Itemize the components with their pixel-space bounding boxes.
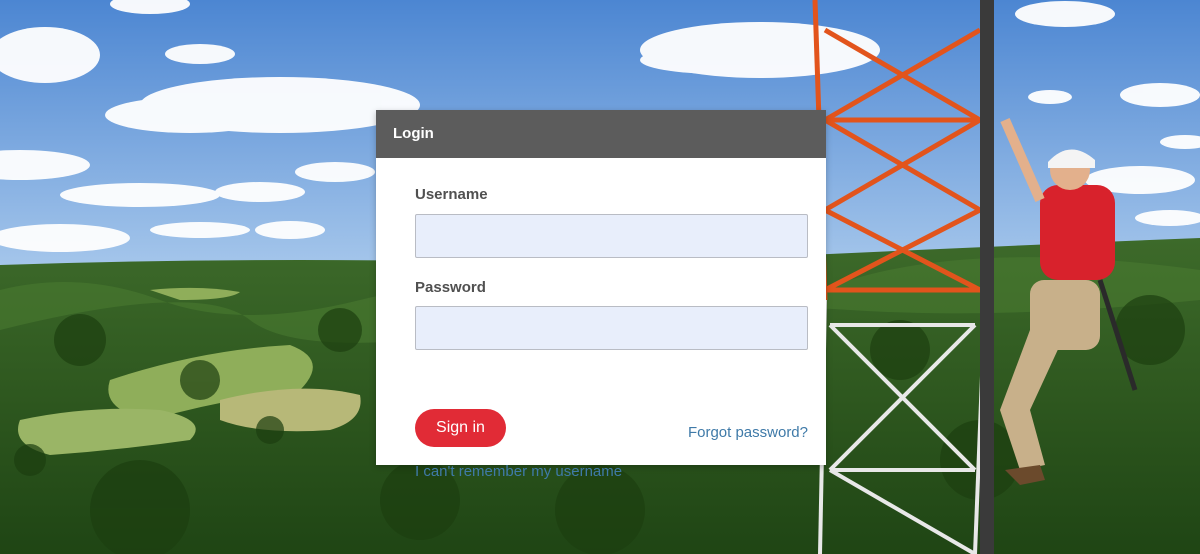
forgot-username-link[interactable]: I can't remember my username (415, 463, 622, 480)
sign-in-button[interactable]: Sign in (415, 409, 506, 447)
password-label: Password (415, 279, 486, 296)
username-label: Username (415, 186, 488, 203)
username-input[interactable] (415, 214, 808, 258)
login-title: Login (376, 110, 826, 158)
forgot-password-link[interactable]: Forgot password? (688, 424, 808, 441)
tower-pole (980, 0, 994, 554)
login-panel: Login Username Password Sign in Forgot p… (376, 110, 826, 480)
password-input[interactable] (415, 306, 808, 350)
